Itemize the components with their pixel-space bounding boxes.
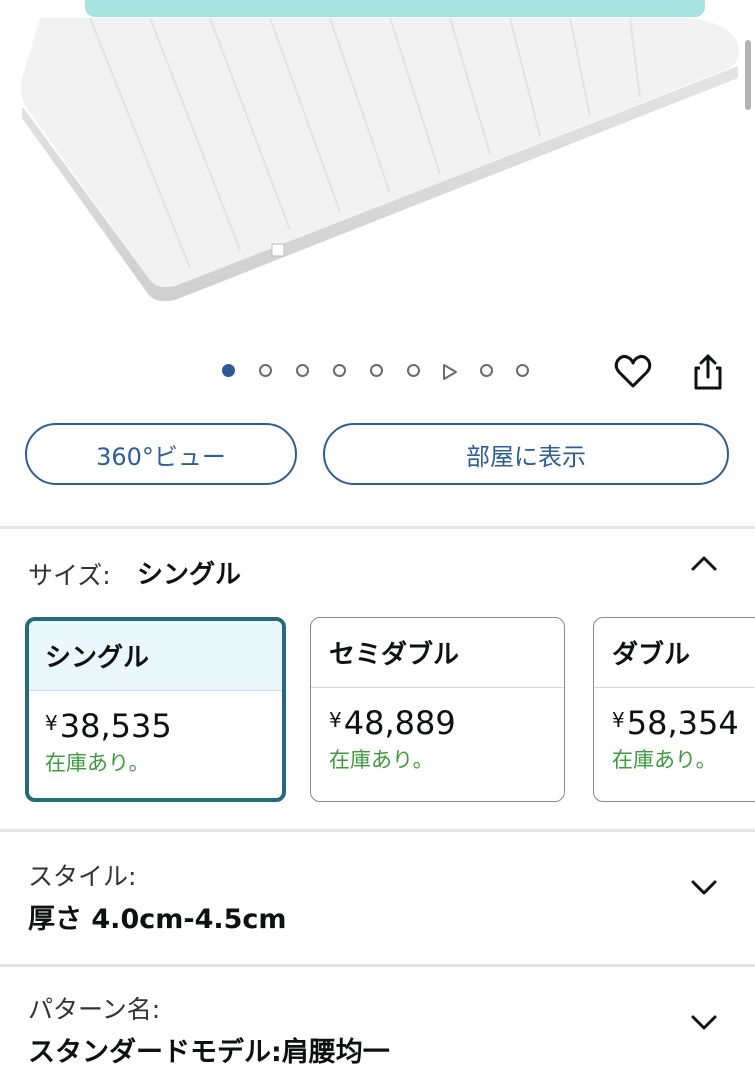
carousel-dot-3[interactable] [296,364,309,377]
size-option-double[interactable]: ダブル ¥58,354 在庫あり。 [593,617,755,802]
size-option-name: シングル [29,621,282,691]
price-value: 58,354 [626,704,739,742]
scrollbar[interactable] [745,40,751,110]
play-video-icon[interactable] [442,363,458,381]
size-option-price: ¥38,535 [29,707,282,745]
chevron-up-icon[interactable] [689,553,719,573]
size-option-semi-double[interactable]: セミダブル ¥48,889 在庫あり。 [310,617,565,802]
carousel-dot-9[interactable] [516,364,529,377]
size-option-name: セミダブル [311,618,564,688]
mattress-topper-image [20,17,739,302]
currency-symbol: ¥ [329,708,342,732]
stock-status: 在庫あり。 [612,748,717,772]
share-icon [694,354,722,390]
view-in-room-button[interactable]: 部屋に表示 [323,423,729,485]
currency-symbol: ¥ [45,711,58,735]
view-in-room-label: 部屋に表示 [466,442,586,471]
pattern-label: パターン名: [28,995,161,1024]
size-option-price: ¥48,889 [311,704,564,742]
currency-symbol: ¥ [612,708,625,732]
top-banner-strip [85,0,705,17]
pattern-value: スタンダードモデル:肩腰均一 [28,1037,390,1068]
carousel-dot-5[interactable] [370,364,383,377]
heart-icon [614,354,652,388]
carousel-dot-6[interactable] [407,364,420,377]
size-option-price: ¥58,354 [594,704,755,742]
section-divider [0,964,755,967]
product-image[interactable] [0,17,755,338]
chevron-down-icon[interactable] [689,878,719,898]
carousel-dot-2[interactable] [259,364,272,377]
view-360-label: 360°ビュー [96,442,226,471]
stock-status: 在庫あり。 [329,748,434,772]
size-label: サイズ: [28,561,111,590]
section-divider [0,526,755,529]
size-selected-value: シングル [137,560,242,590]
share-button[interactable] [688,352,728,392]
style-value: 厚さ 4.0cm-4.5cm [28,904,287,935]
price-value: 38,535 [59,707,172,745]
style-label: スタイル: [28,862,137,891]
wishlist-button[interactable] [613,352,653,392]
stock-status: 在庫あり。 [45,751,150,775]
chevron-down-icon[interactable] [689,1013,719,1033]
carousel-dot-8[interactable] [480,364,493,377]
carousel-dot-4[interactable] [333,364,346,377]
price-value: 48,889 [343,704,456,742]
view-360-button[interactable]: 360°ビュー [25,423,297,485]
size-option-name: ダブル [594,618,755,688]
size-option-single[interactable]: シングル ¥38,535 在庫あり。 [25,617,286,802]
section-divider [0,829,755,832]
carousel-dot-1[interactable] [222,364,235,377]
